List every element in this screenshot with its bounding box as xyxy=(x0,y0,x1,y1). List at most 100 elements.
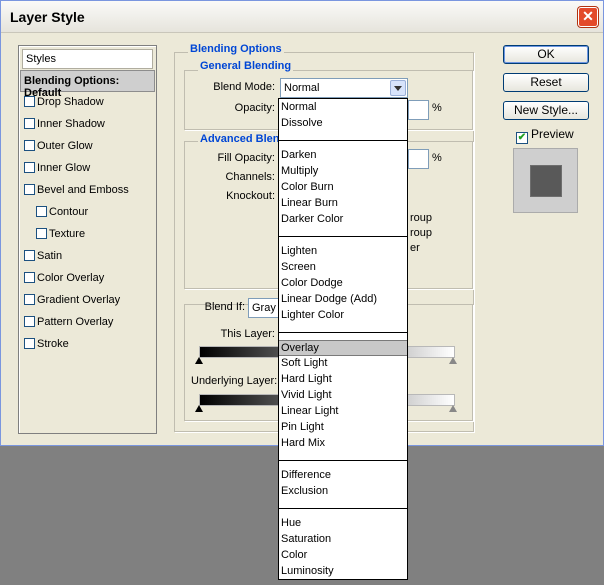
style-checkbox[interactable] xyxy=(24,272,35,283)
chevron-down-icon[interactable] xyxy=(390,80,406,96)
style-item-label: Texture xyxy=(49,228,86,240)
ok-button[interactable]: OK xyxy=(503,45,589,64)
blend-mode-option-color[interactable]: Color xyxy=(279,548,407,564)
style-item-label: Contour xyxy=(49,206,89,218)
preview-label: Preview xyxy=(531,127,574,141)
style-item-pattern-overlay[interactable]: Pattern Overlay xyxy=(24,316,113,332)
blend-mode-option-normal[interactable]: Normal xyxy=(279,100,407,116)
style-item-stroke[interactable]: Stroke xyxy=(24,338,69,354)
opacity-label: Opacity: xyxy=(234,102,275,114)
style-item-inner-shadow[interactable]: Inner Shadow xyxy=(24,118,105,134)
blend-clipped-group-text: roup xyxy=(410,227,433,239)
this-layer-white-slider[interactable] xyxy=(449,357,457,364)
style-item-label: Gradient Overlay xyxy=(37,294,121,306)
blend-mode-option-linear-dodge-add[interactable]: Linear Dodge (Add) xyxy=(279,292,407,308)
style-item-contour[interactable]: Contour xyxy=(36,206,88,222)
advanced-blending-title: Advanced Blend xyxy=(198,133,289,145)
blend-mode-option-linear-burn[interactable]: Linear Burn xyxy=(279,196,407,212)
preview-swatch xyxy=(530,165,562,197)
style-item-satin[interactable]: Satin xyxy=(24,250,62,266)
style-checkbox[interactable] xyxy=(24,294,35,305)
styles-panel: Styles Blending Options: Default Drop Sh… xyxy=(18,45,157,434)
general-blending-title: General Blending xyxy=(198,60,294,72)
blend-mode-option-soft-light[interactable]: Soft Light xyxy=(279,356,407,372)
style-checkbox[interactable] xyxy=(36,206,47,217)
style-checkbox[interactable] xyxy=(24,96,35,107)
preview-checkbox[interactable]: ✔ xyxy=(516,132,528,144)
style-item-label: Inner Glow xyxy=(37,162,91,174)
style-item-label: Inner Shadow xyxy=(37,118,105,130)
blend-mode-option-hard-mix[interactable]: Hard Mix xyxy=(279,436,407,452)
dropdown-separator xyxy=(279,236,407,237)
blend-mode-select[interactable]: Normal xyxy=(280,78,408,98)
dropdown-separator xyxy=(279,332,407,333)
style-item-drop-shadow[interactable]: Drop Shadow xyxy=(24,96,104,112)
style-item-outer-glow[interactable]: Outer Glow xyxy=(24,140,93,156)
opacity-input[interactable] xyxy=(408,100,429,120)
style-checkbox[interactable] xyxy=(24,162,35,173)
blend-mode-option-luminosity[interactable]: Luminosity xyxy=(279,564,407,580)
style-checkbox[interactable] xyxy=(24,316,35,327)
blend-mode-option-lighter-color[interactable]: Lighter Color xyxy=(279,308,407,324)
blending-options-title: Blending Options xyxy=(188,43,284,55)
fill-opacity-input[interactable] xyxy=(408,149,429,169)
blend-mode-option-vivid-light[interactable]: Vivid Light xyxy=(279,388,407,404)
fill-opacity-percent: % xyxy=(432,152,442,164)
style-item-gradient-overlay[interactable]: Gradient Overlay xyxy=(24,294,120,310)
style-item-bevel-and-emboss[interactable]: Bevel and Emboss xyxy=(24,184,129,200)
style-item-label: Satin xyxy=(37,250,63,262)
this-layer-black-slider[interactable] xyxy=(195,357,203,364)
blend-interior-group-text: roup xyxy=(410,212,433,224)
style-checkbox[interactable] xyxy=(24,184,35,195)
blend-mode-option-overlay[interactable]: Overlay xyxy=(279,340,407,356)
blend-mode-option-pin-light[interactable]: Pin Light xyxy=(279,420,407,436)
blend-mode-option-lighten[interactable]: Lighten xyxy=(279,244,407,260)
channels-label: Channels: xyxy=(225,171,275,183)
blend-mode-option-hard-light[interactable]: Hard Light xyxy=(279,372,407,388)
blend-mode-value: Normal xyxy=(284,82,320,94)
blend-if-label: Blend If: xyxy=(204,301,245,313)
style-item-label: Drop Shadow xyxy=(37,96,104,108)
blend-mode-dropdown-list[interactable]: Normal Dissolve Darken Multiply Color Burn Li… xyxy=(278,98,408,580)
this-layer-label: This Layer: xyxy=(220,328,275,340)
style-checkbox[interactable] xyxy=(36,228,47,239)
title-bar[interactable]: Layer Style ✕ xyxy=(1,1,603,33)
style-item-texture[interactable]: Texture xyxy=(36,228,85,244)
dropdown-separator xyxy=(279,508,407,509)
blend-mode-option-screen[interactable]: Screen xyxy=(279,260,407,276)
close-icon: ✕ xyxy=(582,8,594,24)
blend-if-value: Gray xyxy=(252,302,276,314)
blend-mode-option-color-dodge[interactable]: Color Dodge xyxy=(279,276,407,292)
blend-mode-option-darker-color[interactable]: Darker Color xyxy=(279,212,407,228)
reset-button[interactable]: Reset xyxy=(503,73,589,92)
style-checkbox[interactable] xyxy=(24,140,35,151)
blend-mode-option-hue[interactable]: Hue xyxy=(279,516,407,532)
fill-opacity-label: Fill Opacity: xyxy=(217,152,275,164)
blend-mode-option-difference[interactable]: Difference xyxy=(279,468,407,484)
dropdown-separator xyxy=(279,140,407,141)
underlying-layer-black-slider[interactable] xyxy=(195,405,203,412)
preview-checkbox-row[interactable]: ✔ Preview xyxy=(516,127,574,144)
style-checkbox[interactable] xyxy=(24,118,35,129)
close-button[interactable]: ✕ xyxy=(578,7,598,27)
styles-item-blending-options[interactable]: Blending Options: Default xyxy=(20,70,155,99)
styles-header[interactable]: Styles xyxy=(22,49,153,69)
blend-mode-option-color-burn[interactable]: Color Burn xyxy=(279,180,407,196)
blend-mode-option-linear-light[interactable]: Linear Light xyxy=(279,404,407,420)
underlying-layer-white-slider[interactable] xyxy=(449,405,457,412)
style-item-color-overlay[interactable]: Color Overlay xyxy=(24,272,104,288)
blend-mode-option-multiply[interactable]: Multiply xyxy=(279,164,407,180)
style-item-label: Pattern Overlay xyxy=(37,316,114,328)
transparency-shapes-layer-text: er xyxy=(410,242,420,254)
knockout-label: Knockout: xyxy=(226,190,275,202)
blend-mode-option-dissolve[interactable]: Dissolve xyxy=(279,116,407,132)
style-checkbox[interactable] xyxy=(24,250,35,261)
blend-mode-option-exclusion[interactable]: Exclusion xyxy=(279,484,407,500)
style-checkbox[interactable] xyxy=(24,338,35,349)
style-item-label: Bevel and Emboss xyxy=(37,184,129,196)
blend-mode-option-saturation[interactable]: Saturation xyxy=(279,532,407,548)
opacity-percent: % xyxy=(432,102,442,114)
blend-mode-option-darken[interactable]: Darken xyxy=(279,148,407,164)
new-style-button[interactable]: New Style... xyxy=(503,101,589,120)
style-item-inner-glow[interactable]: Inner Glow xyxy=(24,162,90,178)
